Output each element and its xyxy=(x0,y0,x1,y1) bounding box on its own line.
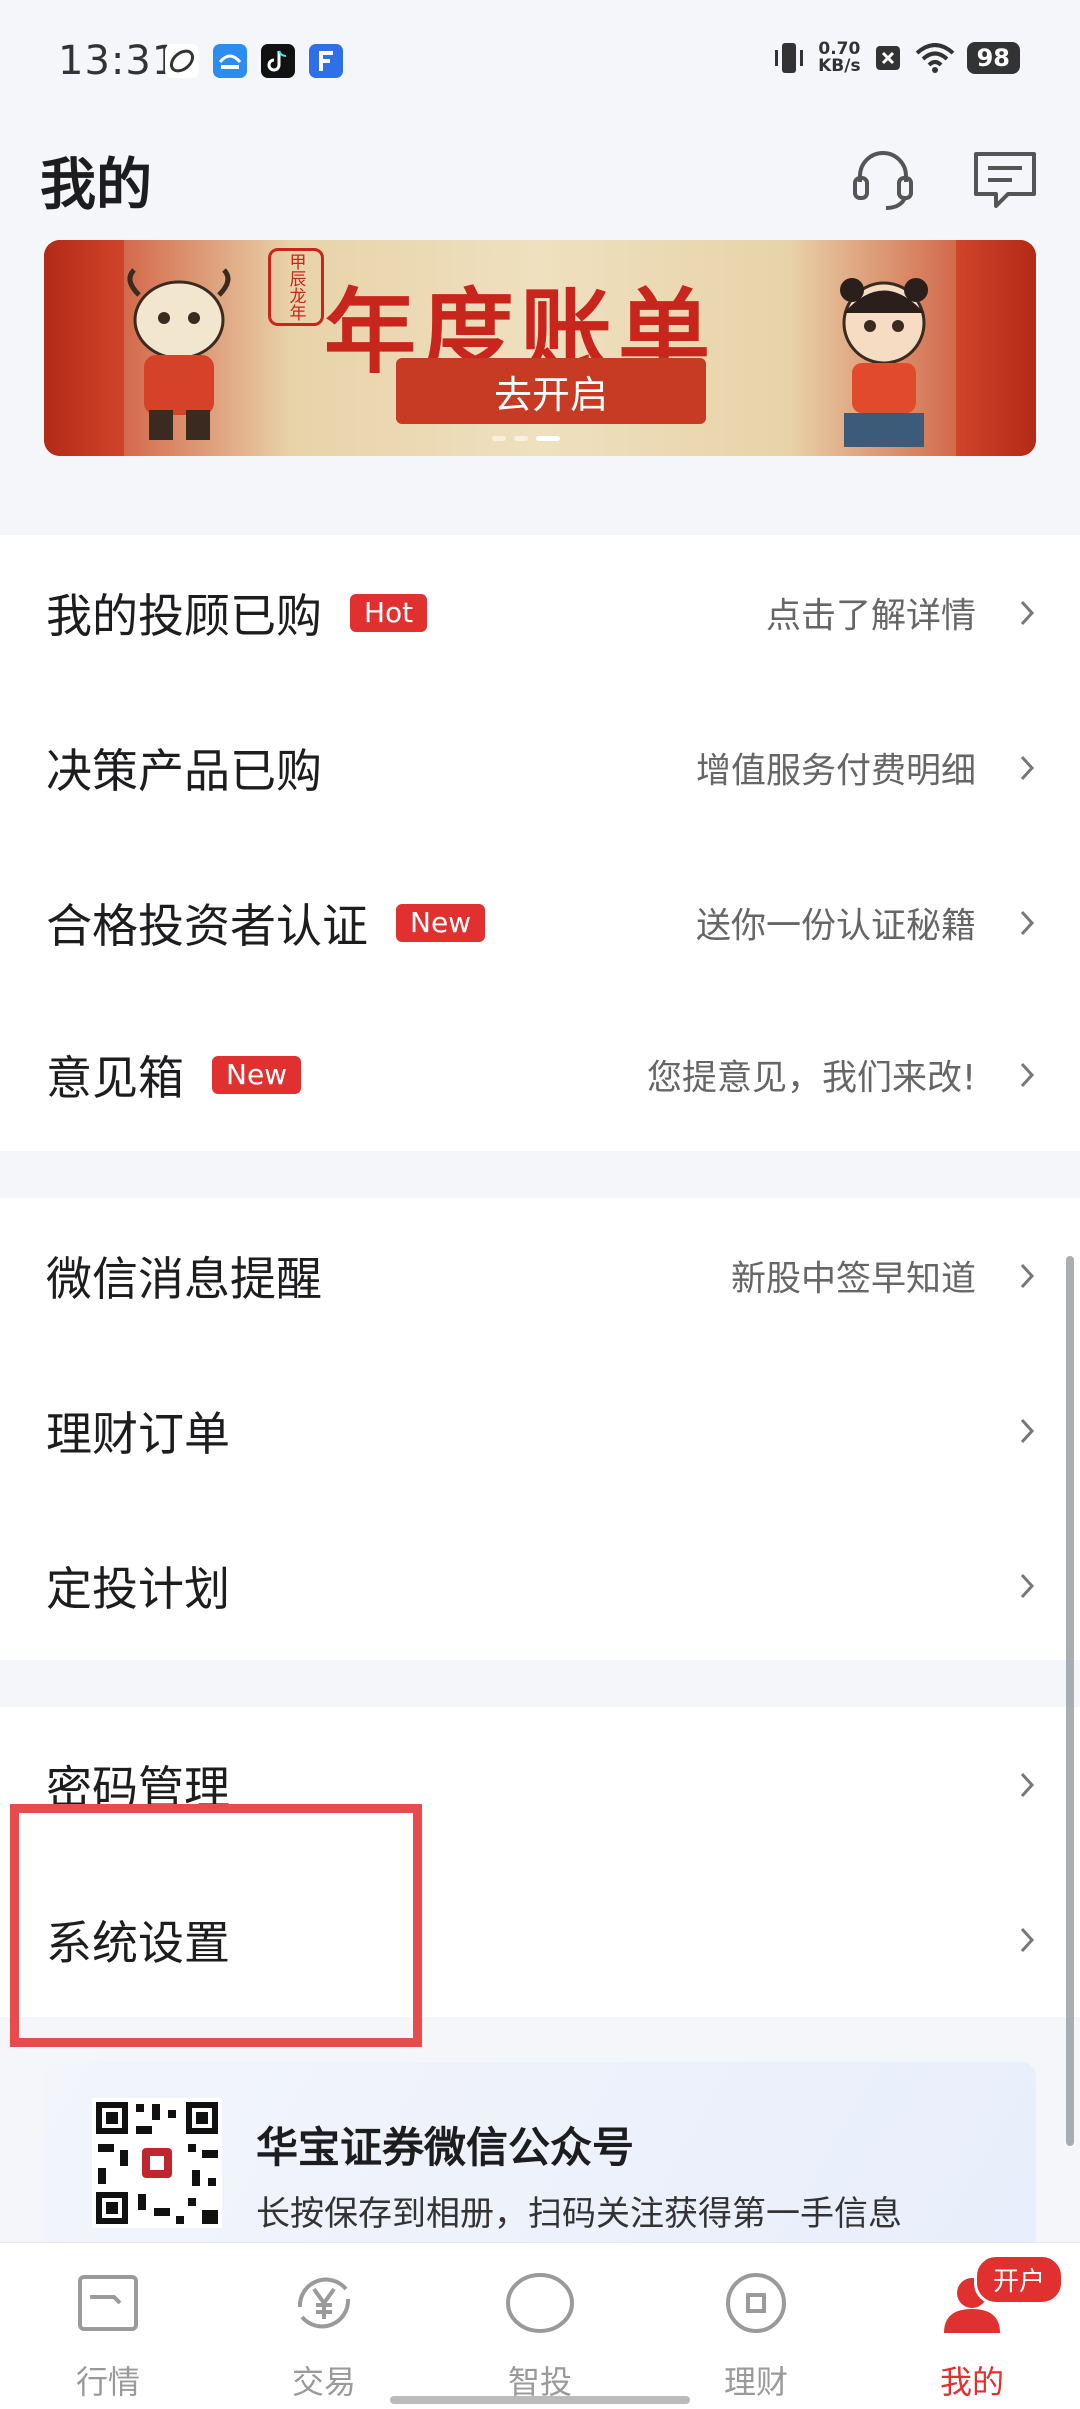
annual-bill-banner[interactable]: 甲辰龙年 年度账单 去开启 xyxy=(44,240,1036,456)
menu-row-hint: 点击了解详情 xyxy=(765,596,976,636)
status-bar: 13:31 0.70 KB/s 98 xyxy=(0,0,1080,130)
home-indicator[interactable] xyxy=(390,2396,690,2404)
tab-label: 行情 xyxy=(75,2363,140,2401)
menu-row-feedback[interactable]: 意见箱 New 您提意见，我们来改! xyxy=(0,997,1080,1152)
headset-icon[interactable] xyxy=(848,144,918,214)
menu-row-investment-plan[interactable]: 定投计划 xyxy=(0,1508,1080,1663)
menu-row-hint: 您提意见，我们来改! xyxy=(646,1058,976,1098)
menu-row-title: 意见箱 xyxy=(46,1050,184,1105)
chevron-right-icon xyxy=(1020,1062,1035,1087)
menu-row-title: 定投计划 xyxy=(46,1561,230,1616)
market-icon xyxy=(78,2275,138,2331)
menu-row-hint: 增值服务付费明细 xyxy=(695,751,976,791)
banner-seal: 甲辰龙年 xyxy=(268,248,324,326)
banner-dot xyxy=(514,436,528,441)
sim-disabled-icon xyxy=(875,46,900,70)
banner-dot-active xyxy=(536,436,560,441)
page-title: 我的 xyxy=(40,153,152,218)
tab-market[interactable]: 行情 xyxy=(38,2243,178,2409)
wechat-card-title: 华宝证券微信公众号 xyxy=(256,2123,635,2172)
qr-code-icon xyxy=(92,2098,222,2228)
menu-row-hint: 新股中签早知道 xyxy=(730,1259,976,1299)
chevron-right-icon xyxy=(1020,1418,1035,1443)
wechat-official-account-card[interactable]: 华宝证券微信公众号 长按保存到相册，扫码关注获得第一手信息 xyxy=(44,2062,1036,2252)
header: 我的 xyxy=(0,130,1080,240)
menu-row-advisor-purchased[interactable]: 我的投顾已购 Hot 点击了解详情 xyxy=(0,535,1080,690)
menu-row-label: 合格投资者认证 New xyxy=(46,890,486,956)
tab-label: 理财 xyxy=(723,2363,788,2401)
net-speed-unit: KB/s xyxy=(818,56,861,76)
menu-row-label: 我的投顾已购 Hot xyxy=(46,580,428,646)
chevron-right-icon xyxy=(1020,600,1035,625)
hot-badge: Hot xyxy=(350,593,428,632)
menu-row-hint: 送你一份认证秘籍 xyxy=(695,906,976,946)
notification-icons xyxy=(165,44,343,78)
open-account-badge[interactable]: 开户 xyxy=(974,2254,1065,2305)
bank-app-icon xyxy=(213,44,247,78)
highlight-annotation-box xyxy=(10,1804,422,2047)
status-time: 13:31 xyxy=(58,38,179,84)
smart-invest-icon xyxy=(506,2273,574,2333)
banner-curtain-right xyxy=(956,240,1036,456)
leaf-app-icon xyxy=(165,44,199,78)
menu-group-services: 我的投顾已购 Hot 点击了解详情 决策产品已购 增值服务付费明细 合格投资者认… xyxy=(0,535,1080,1151)
bottom-tab-bar: 行情 交易 智投 理财 我的 xyxy=(0,2242,1080,2409)
tab-trade[interactable]: 交易 xyxy=(254,2243,394,2409)
chevron-right-icon xyxy=(1020,1772,1035,1797)
status-right: 0.70 KB/s 98 xyxy=(772,40,1020,76)
net-speed: 0.70 KB/s xyxy=(818,41,860,75)
banner-open-button[interactable]: 去开启 xyxy=(396,358,706,424)
wechat-card-desc: 长按保存到相册，扫码关注获得第一手信息 xyxy=(256,2194,902,2234)
message-icon[interactable] xyxy=(970,144,1040,214)
menu-row-decision-products[interactable]: 决策产品已购 增值服务付费明细 xyxy=(0,690,1080,845)
chevron-right-icon xyxy=(1020,755,1035,780)
ox-character-illustration xyxy=(127,268,231,440)
wifi-icon xyxy=(915,43,954,73)
child-character-illustration xyxy=(840,278,928,447)
tab-label: 交易 xyxy=(291,2363,356,2401)
menu-row-title: 我的投顾已购 xyxy=(46,588,322,643)
scrollbar[interactable] xyxy=(1066,1256,1074,2146)
menu-row-title: 微信消息提醒 xyxy=(46,1251,322,1306)
menu-row-wealth-orders[interactable]: 理财订单 xyxy=(0,1353,1080,1508)
menu-row-title: 决策产品已购 xyxy=(46,743,322,798)
new-badge: New xyxy=(212,1055,302,1094)
banner-pagination xyxy=(492,436,560,441)
menu-row-label: 理财订单 xyxy=(46,1398,230,1464)
menu-row-title: 理财订单 xyxy=(46,1406,230,1461)
tiktok-app-icon xyxy=(261,44,295,78)
tab-label: 我的 xyxy=(939,2363,1004,2401)
menu-group-orders: 微信消息提醒 新股中签早知道 理财订单 定投计划 xyxy=(0,1198,1080,1660)
menu-row-title: 合格投资者认证 xyxy=(46,898,368,953)
banner-dot xyxy=(492,436,506,441)
menu-row-wechat-reminder[interactable]: 微信消息提醒 新股中签早知道 xyxy=(0,1198,1080,1353)
tab-smart-invest[interactable]: 智投 xyxy=(470,2243,610,2409)
menu-row-label: 意见箱 New xyxy=(46,1042,302,1108)
tab-wealth[interactable]: 理财 xyxy=(686,2243,826,2409)
menu-row-label: 定投计划 xyxy=(46,1553,230,1619)
wealth-icon xyxy=(726,2273,786,2333)
menu-row-label: 决策产品已购 xyxy=(46,735,322,801)
menu-row-label: 微信消息提醒 xyxy=(46,1243,322,1309)
f-app-icon xyxy=(309,44,343,78)
battery-indicator: 98 xyxy=(966,42,1020,74)
chevron-right-icon xyxy=(1020,1263,1035,1288)
chevron-right-icon xyxy=(1020,1573,1035,1598)
vibrate-icon xyxy=(775,43,804,73)
yuan-icon xyxy=(297,2277,351,2329)
new-badge: New xyxy=(396,903,486,942)
chevron-right-icon xyxy=(1020,1927,1035,1952)
chevron-right-icon xyxy=(1020,910,1035,935)
menu-row-qualified-investor[interactable]: 合格投资者认证 New 送你一份认证秘籍 xyxy=(0,845,1080,1000)
